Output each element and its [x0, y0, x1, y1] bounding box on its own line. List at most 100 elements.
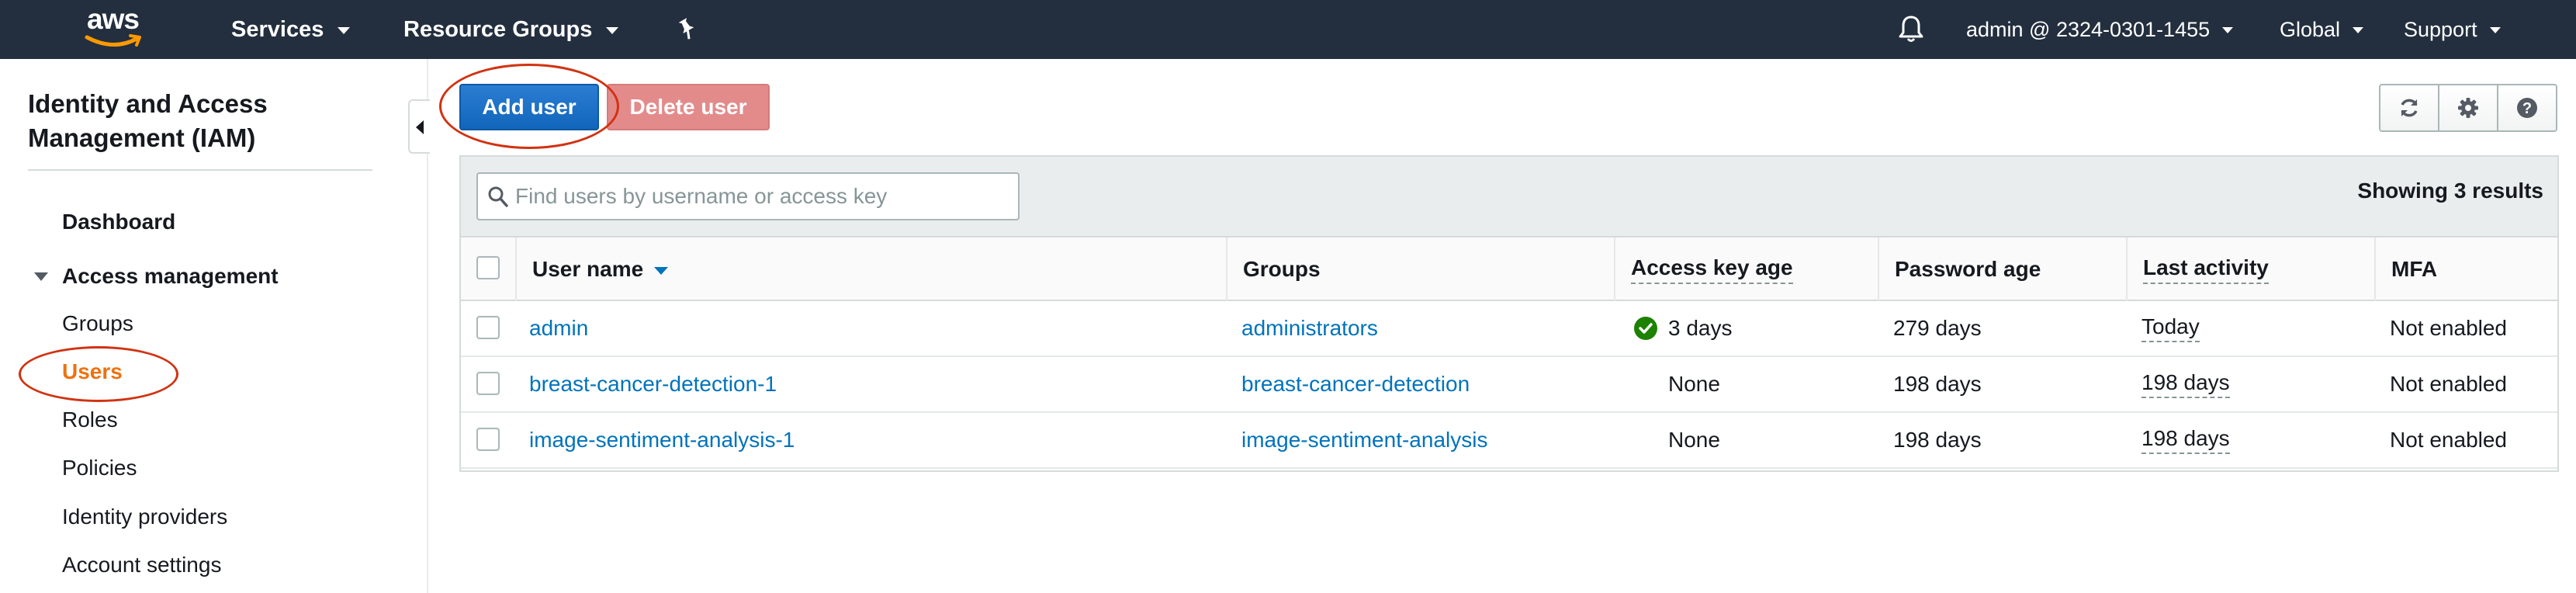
row-checkbox[interactable] — [476, 428, 500, 451]
gear-icon — [2458, 98, 2478, 118]
user-name-link[interactable]: image-sentiment-analysis-1 — [529, 428, 795, 453]
select-all-cell — [461, 238, 515, 301]
sidebar-item-identity-providers[interactable]: Identity providers — [62, 505, 227, 529]
access-key-age-value: 3 days — [1668, 316, 1733, 340]
groups-cell: image-sentiment-analysis — [1241, 413, 1487, 467]
chevron-down-icon — [2353, 27, 2364, 33]
chevron-down-icon — [2489, 27, 2501, 33]
sidebar-title: Identity and Access Management (IAM) — [28, 89, 268, 152]
settings-button[interactable] — [2439, 85, 2498, 130]
resource-groups-label: Resource Groups — [403, 16, 593, 42]
access-key-age-cell: 3 days — [1634, 301, 1733, 355]
password-age-cell: 198 days — [1893, 372, 1982, 396]
last-activity-cell: Today — [2141, 301, 2200, 355]
support-label: Support — [2404, 17, 2477, 41]
group-link[interactable]: image-sentiment-analysis — [1241, 428, 1487, 453]
mfa-cell: Not enabled — [2390, 316, 2508, 340]
search-input[interactable] — [515, 180, 1004, 213]
search-field[interactable] — [476, 172, 1020, 220]
table-row[interactable]: breast-cancer-detection-1 breast-cancer-… — [461, 357, 2557, 413]
sort-descending-icon — [654, 267, 669, 275]
user-name-link[interactable]: breast-cancer-detection-1 — [529, 372, 777, 397]
column-label: MFA — [2391, 257, 2438, 281]
sidebar-collapse-toggle[interactable] — [408, 99, 430, 154]
access-management-section[interactable]: Access management — [34, 264, 279, 289]
last-activity-cell: 198 days — [2141, 413, 2230, 467]
sidebar-item-dashboard[interactable]: Dashboard — [62, 210, 175, 234]
group-link[interactable]: breast-cancer-detection — [1241, 372, 1470, 397]
mfa-cell: Not enabled — [2390, 372, 2508, 396]
sidebar-item-account-settings[interactable]: Account settings — [62, 553, 221, 577]
bell-icon[interactable] — [1897, 14, 1925, 43]
refresh-icon — [2401, 99, 2418, 117]
aws-logo[interactable]: aws — [84, 3, 147, 53]
last-activity-value[interactable]: Today — [2141, 314, 2200, 342]
svg-text:?: ? — [2522, 100, 2532, 117]
sidebar-item-groups[interactable]: Groups — [62, 311, 133, 336]
search-icon — [488, 186, 508, 207]
password-age-cell: 279 days — [1893, 316, 1982, 340]
pin-icon[interactable] — [675, 17, 698, 40]
groups-cell: breast-cancer-detection — [1241, 357, 1470, 411]
user-name-cell: image-sentiment-analysis-1 — [529, 413, 795, 467]
groups-cell: administrators — [1241, 301, 1378, 355]
table-row[interactable]: admin administrators 3 days 279 days Tod… — [461, 301, 2557, 357]
column-label: Access key age — [1631, 255, 1793, 284]
sidebar-divider — [28, 169, 372, 171]
sidebar-item-roles[interactable]: Roles — [62, 407, 118, 432]
column-label: Password age — [1895, 257, 2041, 281]
column-header-user-name[interactable]: User name — [515, 238, 1226, 301]
access-key-age-cell: None — [1668, 372, 1720, 396]
services-label: Services — [231, 16, 324, 42]
column-label: Last activity — [2143, 255, 2269, 284]
table-header: User name Groups Access key age Password… — [461, 238, 2557, 301]
last-activity-value[interactable]: 198 days — [2141, 426, 2230, 454]
last-activity-value[interactable]: 198 days — [2141, 370, 2230, 398]
services-menu[interactable]: Services — [231, 0, 351, 59]
column-label: User name — [532, 257, 644, 281]
aws-logo-text: aws — [87, 3, 140, 35]
chevron-down-icon — [2222, 27, 2234, 33]
caret-down-icon — [34, 272, 48, 281]
account-menu[interactable]: admin @ 2324-0301-1455 — [1966, 0, 2234, 59]
help-icon: ? — [2517, 98, 2537, 118]
table-filter-bar: Showing 3 results — [461, 157, 2557, 238]
column-header-groups: Groups — [1226, 238, 1614, 301]
access-key-age-cell: None — [1668, 428, 1720, 452]
sidebar-item-policies[interactable]: Policies — [62, 456, 137, 480]
aws-smile-icon — [85, 34, 141, 47]
column-header-mfa: MFA — [2374, 238, 2557, 301]
row-checkbox[interactable] — [476, 372, 500, 395]
check-circle-icon — [1634, 317, 1657, 340]
delete-user-button[interactable]: Delete user — [607, 84, 770, 130]
users-table: Showing 3 results User name Groups Acces… — [459, 155, 2559, 472]
password-age-cell: 198 days — [1893, 428, 1982, 452]
results-count: Showing 3 results — [2357, 179, 2543, 203]
sidebar: Identity and Access Management (IAM) Das… — [0, 59, 428, 593]
row-checkbox[interactable] — [476, 316, 500, 339]
mfa-cell: Not enabled — [2390, 428, 2508, 452]
column-header-access-key-age[interactable]: Access key age — [1614, 238, 1878, 301]
chevron-down-icon — [606, 26, 619, 34]
sidebar-item-users[interactable]: Users — [62, 359, 123, 384]
section-label: Access management — [62, 264, 279, 288]
user-name-cell: admin — [529, 301, 588, 355]
table-row[interactable]: image-sentiment-analysis-1 image-sentime… — [461, 413, 2557, 469]
resource-groups-menu[interactable]: Resource Groups — [403, 0, 619, 59]
support-menu[interactable]: Support — [2404, 0, 2501, 59]
user-name-link[interactable]: admin — [529, 316, 588, 341]
refresh-button[interactable] — [2380, 85, 2439, 130]
group-link[interactable]: administrators — [1241, 316, 1378, 341]
add-user-button[interactable]: Add user — [459, 84, 599, 130]
last-activity-cell: 198 days — [2141, 357, 2230, 411]
table-actions-group: ? — [2379, 84, 2557, 132]
account-label: admin @ 2324-0301-1455 — [1966, 17, 2211, 41]
help-button[interactable]: ? — [2498, 85, 2556, 130]
user-name-cell: breast-cancer-detection-1 — [529, 357, 777, 411]
select-all-checkbox[interactable] — [476, 256, 500, 279]
region-menu[interactable]: Global — [2280, 0, 2364, 59]
chevron-left-icon — [416, 120, 424, 134]
chevron-down-icon — [338, 26, 351, 34]
top-navigation-bar: aws Services Resource Groups admin @ 232… — [0, 0, 2576, 59]
column-header-last-activity[interactable]: Last activity — [2126, 238, 2374, 301]
